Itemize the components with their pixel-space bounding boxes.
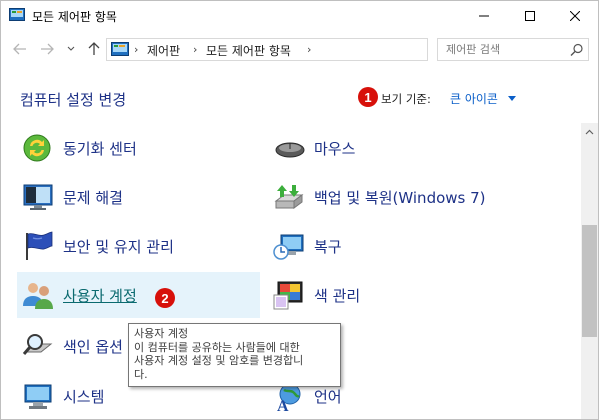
maximize-icon (525, 11, 535, 21)
breadcrumb-separator-icon: › (193, 43, 198, 56)
back-arrow-icon (13, 43, 26, 55)
close-icon (570, 11, 580, 21)
chevron-up-icon (585, 129, 594, 134)
troubleshooting-icon (23, 184, 53, 210)
maximize-button[interactable] (507, 1, 553, 31)
item-security-maintenance[interactable]: 보안 및 유지 관리 (17, 223, 260, 269)
navigation-bar: › 제어판 › 모든 제어판 항목 › (1, 34, 598, 64)
tooltip-title: 사용자 계정 (134, 327, 189, 340)
view-by-dropdown[interactable]: 큰 아이콘 (450, 90, 498, 107)
item-label: 복구 (314, 238, 342, 256)
control-panel-icon (111, 42, 129, 56)
search-icon[interactable] (569, 42, 585, 58)
search-input[interactable] (446, 41, 562, 58)
control-panel-icon (9, 8, 25, 21)
window-title: 모든 제어판 항목 (32, 10, 117, 24)
item-label: 동기화 센터 (63, 140, 137, 158)
step-marker-2: 2 (155, 288, 175, 308)
user-accounts-icon (23, 283, 53, 309)
item-recovery[interactable]: 복구 (268, 223, 558, 269)
item-label: 색 관리 (314, 287, 361, 305)
breadcrumb-separator-icon: › (307, 43, 312, 56)
close-button[interactable] (552, 1, 598, 31)
tooltip-line: 사용자 계정 설정 및 암호를 변경합니 (134, 354, 304, 367)
page-title: 컴퓨터 설정 변경 (20, 91, 127, 109)
recovery-icon (273, 234, 304, 260)
item-troubleshooting[interactable]: 문제 해결 (17, 174, 260, 220)
item-label: 마우스 (314, 140, 356, 158)
item-sync-center[interactable]: 동기화 센터 (17, 125, 260, 171)
up-arrow-icon (88, 42, 100, 55)
minimize-button[interactable] (461, 1, 507, 31)
scroll-thumb[interactable] (582, 225, 597, 337)
item-user-accounts[interactable]: 사용자 계정 (17, 272, 260, 318)
user-accounts-tooltip: 사용자 계정 이 컴퓨터를 공유하는 사람들에 대한 사용자 계정 설정 및 암… (128, 323, 341, 387)
search-box[interactable] (437, 38, 589, 61)
indexing-options-icon (22, 334, 53, 355)
item-label: 보안 및 유지 관리 (63, 238, 174, 256)
tooltip-line: 다. (134, 367, 148, 381)
item-label: 사용자 계정 (63, 287, 137, 305)
security-flag-icon (26, 231, 53, 260)
recent-locations-button[interactable] (60, 38, 82, 60)
view-by-label: 보기 기준: (381, 92, 431, 106)
sync-center-icon (23, 134, 51, 162)
tooltip-line: 이 컴퓨터를 공유하는 사람들에 대한 (134, 340, 300, 354)
view-by-caret-icon[interactable] (508, 96, 516, 101)
title-bar[interactable]: 모든 제어판 항목 (1, 1, 598, 31)
color-management-icon (273, 281, 303, 310)
breadcrumb-control-panel[interactable]: 제어판 (147, 42, 180, 59)
control-panel-window: 모든 제어판 항목 › 제어판 › 모든 제어판 항목 › 제어판 검색 컴퓨터… (0, 0, 599, 420)
back-button[interactable] (9, 38, 31, 60)
chevron-down-icon (67, 46, 75, 51)
breadcrumb-separator-icon: › (134, 43, 139, 56)
item-label: 색인 옵션 (63, 338, 123, 356)
item-backup-restore[interactable]: 백업 및 복원(Windows 7) (268, 174, 558, 220)
item-color-management[interactable]: 색 관리 (268, 272, 558, 318)
vertical-scrollbar[interactable] (581, 123, 598, 419)
up-button[interactable] (83, 38, 105, 60)
item-label: 문제 해결 (63, 189, 123, 207)
item-label: 백업 및 복원(Windows 7) (314, 189, 486, 207)
item-label: 시스템 (63, 388, 105, 406)
item-label: 언어 (314, 388, 342, 406)
system-icon (24, 384, 52, 409)
scroll-up-button[interactable] (581, 123, 598, 140)
forward-button[interactable] (36, 38, 58, 60)
backup-restore-icon (274, 185, 304, 209)
item-mouse[interactable]: 마우스 (268, 125, 558, 171)
address-bar[interactable]: › 제어판 › 모든 제어판 항목 › (106, 38, 525, 61)
minimize-icon (479, 15, 489, 17)
svg-text:A: A (277, 398, 289, 412)
breadcrumb-all-items[interactable]: 모든 제어판 항목 (206, 42, 291, 59)
step-marker-1: 1 (358, 87, 378, 107)
mouse-icon (275, 142, 305, 158)
forward-arrow-icon (41, 43, 54, 55)
